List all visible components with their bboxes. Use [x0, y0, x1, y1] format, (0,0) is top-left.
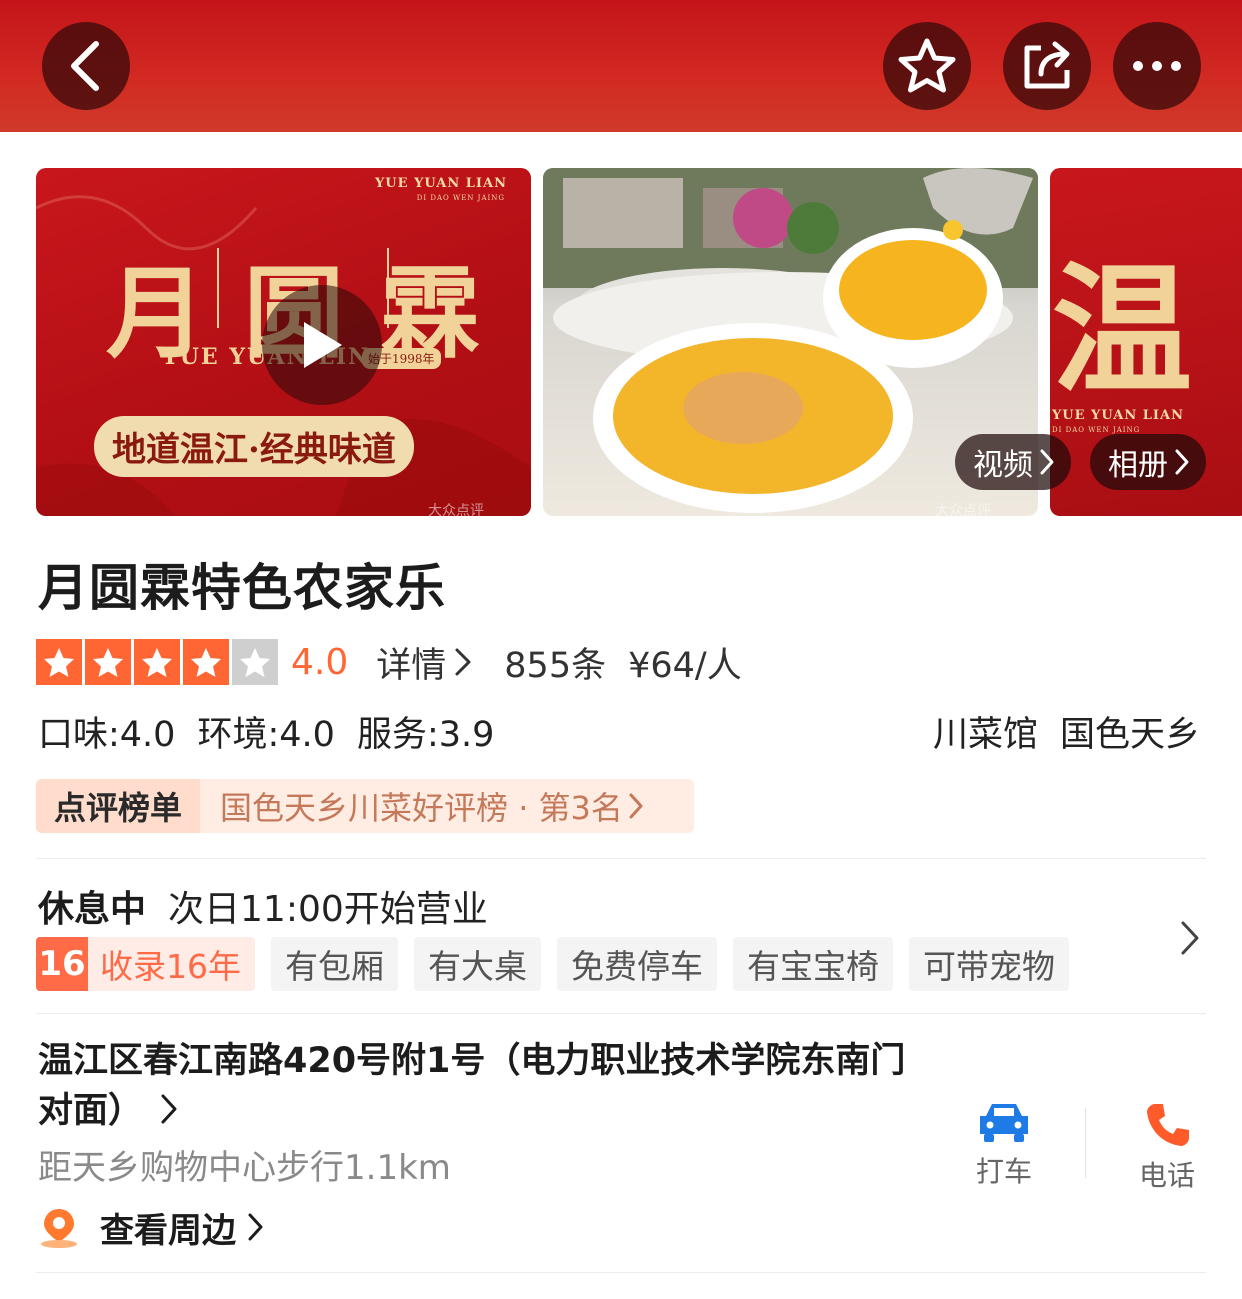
tag-category[interactable]: 川菜馆: [933, 706, 1038, 757]
album-button[interactable]: 相册: [1090, 434, 1206, 490]
tag-area[interactable]: 国色天乡: [1060, 706, 1200, 757]
play-icon: [304, 322, 342, 368]
distance: 距天乡购物中心步行1.1km: [38, 1148, 451, 1188]
album-label: 相册: [1108, 448, 1168, 483]
feature-baby-chair: 有宝宝椅: [733, 937, 893, 991]
slogan: 地道温江·经典味道: [94, 416, 414, 477]
star-rating: [36, 639, 281, 685]
share-button[interactable]: [1003, 22, 1091, 110]
rank-banner[interactable]: 点评 榜单 国色天乡川菜好评榜 · 第3名: [36, 779, 694, 833]
poster-char: 温: [1052, 249, 1193, 413]
rating-star: [134, 639, 180, 685]
gallery-video-tile[interactable]: YUE YUAN LIAN DI DAO WEN JAING 月 圆 霖 YUE…: [36, 168, 531, 516]
chevron-right-icon: [1040, 449, 1054, 475]
detail-link[interactable]: 详情: [376, 637, 474, 688]
detail-label: 详情: [376, 645, 447, 686]
years-number: 16: [36, 937, 88, 991]
shop-tags: 川菜馆 国色天乡: [933, 706, 1200, 757]
divider: [36, 1013, 1206, 1014]
play-button[interactable]: [262, 285, 382, 405]
feature-large-table: 有大桌: [414, 937, 541, 991]
rank-text: 国色天乡川菜好评榜 · 第3名: [220, 789, 623, 827]
chevron-left-icon: [71, 41, 99, 91]
shop-title: 月圆霖特色农家乐: [38, 559, 446, 617]
score-environment: 环境:4.0: [197, 715, 335, 755]
feature-pets-allowed: 可带宠物: [909, 937, 1069, 991]
chevron-right-icon: [248, 1213, 263, 1241]
divider: [36, 858, 1206, 859]
rating-star: [183, 639, 229, 685]
rating-star: [232, 639, 278, 685]
more-button[interactable]: [1113, 22, 1201, 110]
score-service: 服务:3.9: [356, 715, 495, 755]
brand-english: YUE YUAN LIAN: [1052, 408, 1184, 423]
years-badge: 16 收录16年: [36, 937, 255, 991]
address[interactable]: 温江区春江南路420号附1号（电力职业技术学院东南门对面）: [38, 1036, 918, 1136]
open-status: 休息中: [38, 889, 147, 930]
chevron-right-icon: [629, 793, 643, 819]
next-open-time: 次日11:00开始营业: [168, 889, 488, 930]
phone-button[interactable]: 电话: [1112, 1100, 1222, 1194]
nearby-link[interactable]: 查看周边: [38, 1204, 266, 1251]
feature-chips[interactable]: 16 收录16年 有包厢 有大桌 免费停车 有宝宝椅 可带宠物: [36, 937, 1069, 991]
feature-free-parking: 免费停车: [557, 937, 717, 991]
chevron-right-icon[interactable]: [1178, 918, 1202, 958]
back-button[interactable]: [42, 22, 130, 110]
chevron-right-icon: [161, 1094, 177, 1124]
rank-label-right: 榜单: [118, 789, 183, 827]
phone-icon: [1147, 1104, 1189, 1146]
feature-private-room: 有包厢: [271, 937, 398, 991]
brand-subtitle: DI DAO WEN JAING: [1052, 426, 1141, 434]
price-per-person: ¥64/人: [628, 645, 742, 686]
share-icon: [1024, 41, 1070, 89]
rating-star: [85, 639, 131, 685]
phone-label: 电话: [1138, 1159, 1195, 1192]
nearby-label: 查看周边: [100, 1210, 236, 1251]
location-pin-icon: [41, 1209, 77, 1248]
divider: [36, 1272, 1206, 1273]
rating-star: [36, 639, 82, 685]
favorite-button[interactable]: [883, 22, 971, 110]
review-count: 855条: [504, 645, 607, 686]
score-taste: 口味:4.0: [38, 715, 176, 755]
rank-label: 点评 榜单: [36, 779, 201, 833]
star-outline-icon: [898, 38, 956, 93]
more-horizontal-icon: [1133, 61, 1181, 71]
chevron-right-icon: [455, 648, 471, 676]
rating-row: 4.0 详情 855条 ¥64/人: [36, 636, 764, 688]
sub-scores: 口味:4.0 环境:4.0 服务:3.9: [38, 706, 494, 757]
brand-english: YUE YUAN LIAN: [375, 176, 507, 191]
taxi-label: 打车: [975, 1155, 1032, 1188]
watermark: 大众点评: [935, 503, 991, 516]
brand-subtitle: DI DAO WEN JAING: [416, 194, 505, 202]
video-label: 视频: [973, 448, 1033, 483]
rank-text-wrap: 国色天乡川菜好评榜 · 第3名: [200, 783, 645, 829]
chevron-right-icon: [1175, 449, 1189, 475]
header-bar: [0, 0, 1242, 132]
rating-score: 4.0: [291, 641, 349, 683]
car-icon: [980, 1104, 1028, 1142]
rank-label-left: 点评: [54, 789, 119, 827]
years-text: 收录16年: [100, 947, 241, 986]
divider: [1085, 1108, 1086, 1178]
business-hours[interactable]: 休息中 次日11:00开始营业: [38, 880, 488, 932]
video-button[interactable]: 视频: [955, 434, 1071, 490]
taxi-button[interactable]: 打车: [949, 1100, 1059, 1190]
watermark: 大众点评: [428, 503, 484, 516]
